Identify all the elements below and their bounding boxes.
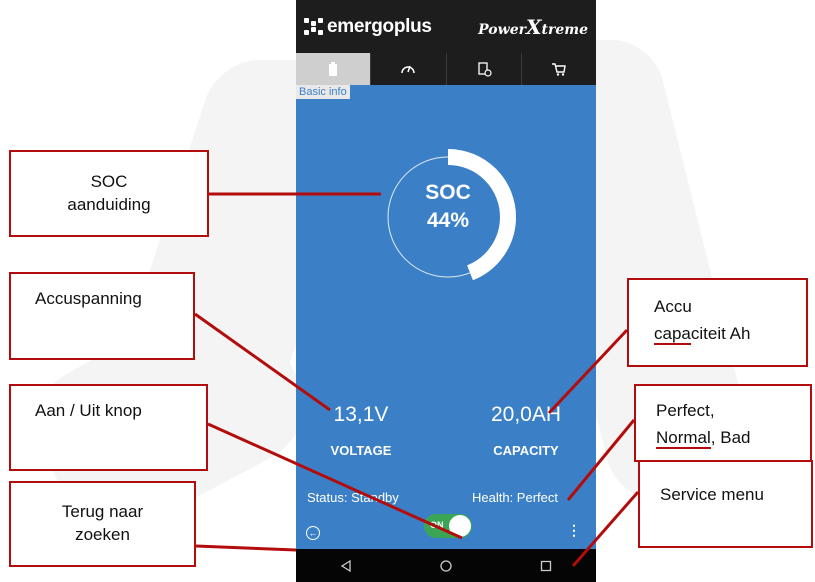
tab-shop[interactable] bbox=[522, 53, 596, 85]
service-menu-button[interactable]: ⋮ bbox=[567, 522, 581, 539]
tab-gauge[interactable] bbox=[371, 53, 447, 85]
voltage-label: VOLTAGE bbox=[330, 443, 392, 458]
gauge-icon bbox=[401, 65, 416, 74]
capacity-value: 20,0AH bbox=[490, 403, 562, 426]
battery-icon bbox=[329, 62, 338, 76]
health-text: Health: Perfect bbox=[472, 490, 558, 505]
app-header: emergoplus PowerXtreme bbox=[296, 0, 596, 53]
tab-bar bbox=[296, 53, 596, 85]
soc-label: SOC bbox=[425, 181, 471, 204]
callout-health: Perfect, Normal, Bad bbox=[634, 384, 812, 462]
callout-soc: SOC aanduiding bbox=[9, 150, 209, 237]
section-label: Basic info bbox=[296, 85, 350, 99]
cart-icon bbox=[551, 63, 566, 76]
document-icon bbox=[477, 62, 492, 77]
tab-info[interactable] bbox=[447, 53, 522, 85]
basic-info-panel: Basic info SOC 44% 13,1V VOLTAGE 20,0AH … bbox=[296, 85, 596, 549]
android-nav-bar bbox=[296, 549, 596, 582]
toggle-knob bbox=[449, 515, 471, 537]
nav-back-icon[interactable] bbox=[339, 559, 353, 573]
tab-basic-info[interactable] bbox=[296, 53, 372, 85]
status-text: Status: Standby bbox=[307, 490, 399, 505]
callout-terug: Terug naar zoeken bbox=[9, 481, 196, 567]
voltage-value: 13,1V bbox=[333, 403, 389, 426]
back-arrow-icon: ← bbox=[308, 527, 318, 538]
phone-screen: emergoplus PowerXtreme Basic info SOC 44… bbox=[296, 0, 596, 582]
callout-service: Service menu bbox=[638, 460, 813, 548]
toggle-on-label: ON bbox=[430, 520, 444, 530]
capacity-label: CAPACITY bbox=[493, 443, 559, 458]
soc-value: 44% bbox=[426, 209, 470, 232]
emergoplus-mark-icon bbox=[304, 17, 324, 36]
callout-accuspanning: Accuspanning bbox=[9, 272, 195, 360]
powerxtreme-logo: PowerXtreme bbox=[478, 14, 588, 39]
emergoplus-logo: emergoplus bbox=[304, 16, 432, 38]
power-toggle[interactable]: ON bbox=[424, 514, 472, 538]
back-button[interactable]: ← bbox=[306, 526, 320, 540]
callout-aan-uit: Aan / Uit knop bbox=[9, 384, 208, 471]
nav-recents-icon[interactable] bbox=[539, 559, 553, 573]
kebab-menu-icon: ⋮ bbox=[567, 522, 581, 538]
brand-name: emergoplus bbox=[327, 15, 432, 37]
callout-capaciteit: Accu capaciteit Ah bbox=[627, 278, 808, 367]
nav-home-icon[interactable] bbox=[439, 559, 453, 573]
leader-back bbox=[195, 544, 297, 552]
